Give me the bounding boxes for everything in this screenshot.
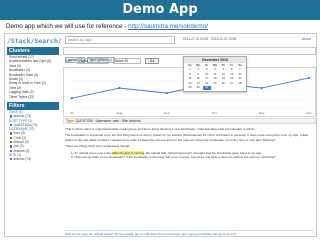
type-value: QUESTION <box>75 119 93 123</box>
slide-header: Demo App <box>0 0 320 20</box>
filters-title: Filters <box>7 101 59 110</box>
main-panel: arduino × type:question × Sort Latest Not… <box>63 47 316 236</box>
chart-x-tick: Aug <box>117 111 123 115</box>
calendar-day[interactable]: 26 <box>219 81 227 86</box>
about-link[interactable]: About <box>302 37 311 41</box>
chart-point <box>70 97 74 100</box>
filter-item-label: arduino (73) <box>13 114 32 119</box>
question-body: That is what I want to understand while … <box>65 127 314 159</box>
chart-x-tick: Nov <box>259 111 265 115</box>
notes-select[interactable]: Notes 20 <box>113 58 141 64</box>
calendar-day[interactable]: 27 <box>228 81 236 86</box>
chart-point <box>307 76 311 80</box>
filters-list: TAGS (1) arduino (73) POST TYPE (1) QUESTIO… <box>7 110 59 162</box>
result-type-bar: Type: QUESTION · Username: user · Site: … <box>63 118 316 124</box>
sidebar: Clusters Send emails (17) Accelerometers … <box>7 47 59 235</box>
chart-x-tick: Sep <box>164 111 170 115</box>
slide-description: Demo app which we will use for reference… <box>6 23 208 30</box>
filter-item[interactable]: arduino (73) <box>7 157 59 161</box>
chart-x-tick: Jul <box>70 111 74 115</box>
calendar-day[interactable]: 29 <box>186 85 194 90</box>
slide-title: Demo App <box>122 2 198 17</box>
related-question-link[interactable]: How do we keep the upload active? Do we … <box>65 230 314 236</box>
calendar-day[interactable]: 31 <box>202 85 211 90</box>
chart-point <box>260 86 263 90</box>
highlighted-text: while the app is running <box>111 150 145 155</box>
date-range[interactable]: 2013-07-01 00:00 · 2013-12-31 23:59 <box>183 37 236 41</box>
sort-label: Sort <box>65 59 72 63</box>
question-paragraph: The bootloader is supposed to be the fir… <box>65 133 309 142</box>
demo-link[interactable]: http://saumitra.me/solrdemo/ <box>128 23 208 30</box>
clusters-title: Clusters <box>7 47 59 55</box>
question-list: 1- If I upload some new code while the a… <box>65 150 314 160</box>
type-label: Type: <box>66 119 75 123</box>
calendar-day[interactable]: 28 <box>236 81 244 86</box>
cluster-item[interactable]: Other Topics (22) <box>7 95 59 99</box>
question-paragraph: There are things that I don't understand… <box>65 144 131 149</box>
question-paragraph: That is what I want to understand while … <box>65 127 256 131</box>
calendar-day[interactable]: 30 <box>194 85 202 90</box>
search-input[interactable]: Search by tags <box>65 36 175 44</box>
sort-select[interactable]: Latest <box>77 58 109 64</box>
app-screenshot: /Stack/Search/ Search by tags 2013-07-01… <box>4 33 317 237</box>
tag-bar[interactable]: arduino × type:question × <box>63 47 316 63</box>
type-rest: · Username: user · Site: arduino <box>93 119 141 123</box>
filter-item-label: Andrew (2) <box>13 148 30 153</box>
calendar-day[interactable]: 25 <box>211 81 219 86</box>
chart-x-tick: Oct <box>212 111 217 115</box>
go-button[interactable]: Go <box>145 58 159 64</box>
filter-item-label: arduino (73) <box>13 157 32 162</box>
calendar-grid[interactable]: Su Mo Tu We Th Fr Sa 1 2 3 4 5 6 7 8 9 10 11 12 13 14 15 16 17 1… <box>184 63 246 91</box>
clusters-list: Send emails (17) Accelerometers and Gyro … <box>7 55 59 99</box>
question-list-item: 2- How can we flash a new bootloader? If… <box>71 155 276 160</box>
chart-x-tick: Dec <box>306 111 312 115</box>
description-text: Demo app which we will use for reference… <box>6 23 129 30</box>
chart-point <box>118 86 121 90</box>
app-logo[interactable]: /Stack/Search/ <box>7 37 62 45</box>
date-picker[interactable]: December 2013 Su Mo Tu We Th Fr Sa 1 2 3 4 5 6 7 8 9 10 1… <box>183 56 247 92</box>
results-controls: Sort Latest Notes 20 Go <box>63 58 181 66</box>
chart-point <box>165 91 168 95</box>
